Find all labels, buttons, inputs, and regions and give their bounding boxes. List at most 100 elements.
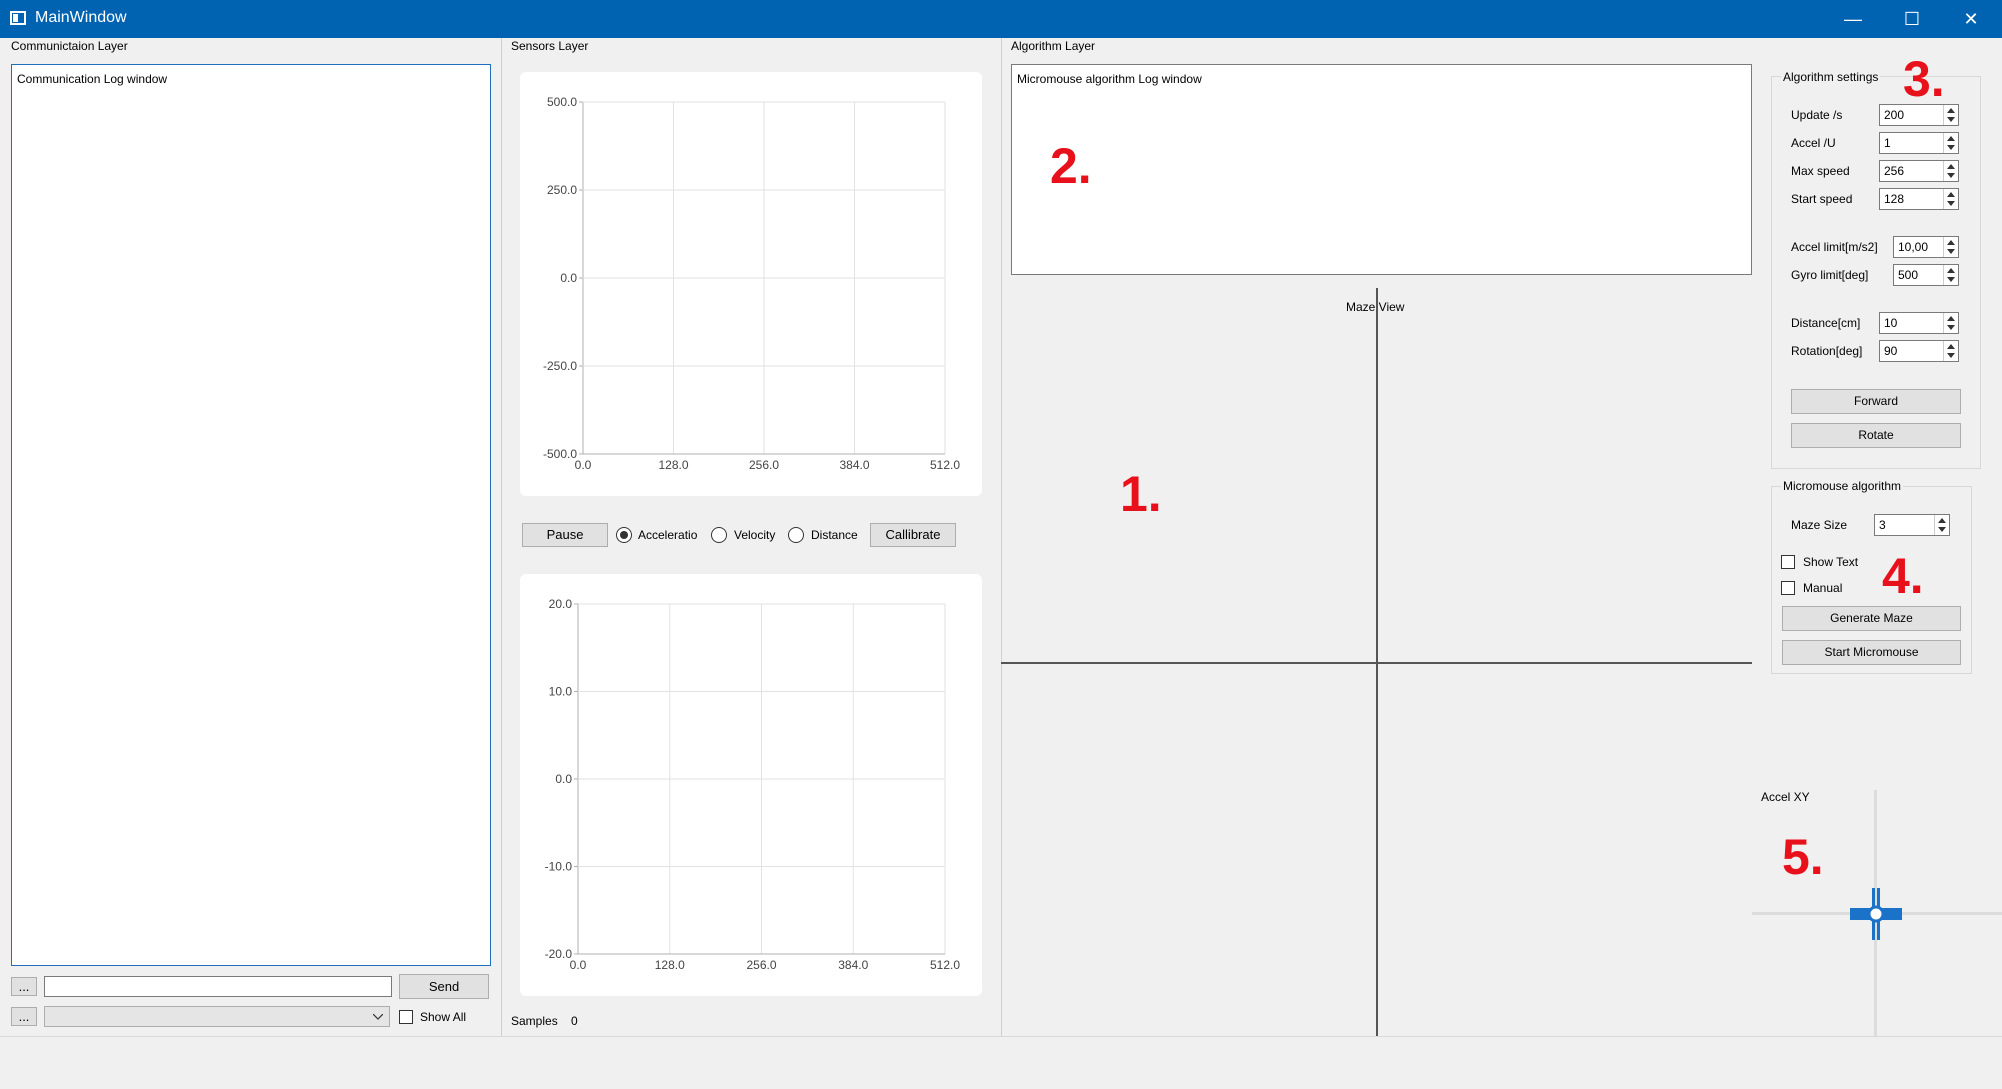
spin-arrows-icon[interactable] (1943, 313, 1958, 333)
samples-label: Samples (511, 1014, 558, 1028)
calibrate-button[interactable]: Callibrate (870, 523, 956, 547)
y-tick-label: -250.0 (543, 359, 577, 373)
sensors-divider (501, 38, 502, 1036)
comm-log-window[interactable]: Communication Log window (11, 64, 491, 966)
manual-label: Manual (1803, 581, 1843, 595)
spin-arrows-icon[interactable] (1943, 341, 1958, 361)
manual-checkbox[interactable] (1781, 581, 1795, 595)
start-micromouse-button[interactable]: Start Micromouse (1782, 640, 1961, 665)
velocity-radio[interactable] (711, 527, 727, 543)
y-tick-label: -20.0 (545, 947, 573, 961)
distance-spinbox[interactable]: 10 (1879, 312, 1959, 334)
window-title: MainWindow (35, 9, 127, 26)
send-button[interactable]: Send (399, 974, 489, 999)
x-tick-label: 384.0 (839, 458, 869, 472)
minimize-button[interactable]: — (1824, 0, 1882, 38)
y-tick-label: 10.0 (549, 685, 573, 699)
y-tick-label: 0.0 (555, 772, 572, 786)
y-tick-label: -500.0 (543, 447, 577, 461)
maze-view[interactable]: Maze View (1001, 288, 1752, 1036)
maze-size-spinbox[interactable]: 3 (1874, 514, 1950, 536)
distance-radio-label: Distance (811, 528, 858, 542)
algorithm-log-text: Micromouse algorithm Log window (1017, 72, 1202, 86)
accel-spinbox[interactable]: 1 (1879, 132, 1959, 154)
update-label: Update /s (1791, 108, 1843, 122)
x-tick-label: 128.0 (655, 958, 685, 972)
velocity-radio-label: Velocity (734, 528, 776, 542)
distance-value: 10 (1884, 316, 1898, 330)
show-text-label: Show Text (1803, 555, 1859, 569)
close-button[interactable]: ✕ (1942, 0, 2000, 38)
more-button-2[interactable]: ... (11, 1007, 37, 1026)
annotation-5: 5. (1782, 829, 1824, 885)
algorithm-log-window[interactable]: Micromouse algorithm Log window (1011, 64, 1752, 275)
start-speed-label: Start speed (1791, 192, 1853, 206)
spin-arrows-icon[interactable] (1943, 265, 1958, 285)
y-tick-label: 0.0 (560, 271, 577, 285)
generate-maze-button[interactable]: Generate Maze (1782, 606, 1961, 631)
y-tick-label: -10.0 (545, 860, 573, 874)
spin-arrows-icon[interactable] (1943, 161, 1958, 181)
sensors-layer-title: Sensors Layer (511, 39, 589, 53)
spin-arrows-icon[interactable] (1943, 189, 1958, 209)
annotation-1: 1. (1120, 466, 1162, 522)
start-speed-spinbox[interactable]: 128 (1879, 188, 1959, 210)
maze-size-value: 3 (1879, 518, 1886, 532)
x-tick-label: 384.0 (838, 958, 868, 972)
gyro-chart: 0.0 128.0 256.0 384.0 512.0 20.0 10.0 0.0 -10.0 -… (520, 574, 982, 996)
spin-arrows-icon[interactable] (1934, 515, 1949, 535)
gyro-limit-value: 500 (1898, 268, 1919, 282)
distance-radio[interactable] (788, 527, 804, 543)
comm-log-text: Communication Log window (17, 72, 168, 86)
samples-value: 0 (571, 1014, 578, 1028)
y-tick-label: 20.0 (549, 597, 573, 611)
gyro-limit-label: Gyro limit[deg] (1791, 268, 1869, 282)
max-speed-spinbox[interactable]: 256 (1879, 160, 1959, 182)
spin-arrows-icon[interactable] (1943, 237, 1958, 257)
accel-xy-label: Accel XY (1761, 790, 1810, 804)
gyro-limit-spinbox[interactable]: 500 (1893, 264, 1959, 286)
accel-limit-spinbox[interactable]: 10,00 (1893, 236, 1959, 258)
maximize-button[interactable]: ☐ (1883, 0, 1941, 38)
send-input[interactable] (44, 976, 392, 997)
more-button-1[interactable]: ... (11, 977, 37, 996)
x-tick-label: 512.0 (930, 458, 960, 472)
accel-limit-label: Accel limit[m/s2] (1791, 240, 1878, 254)
max-speed-value: 256 (1884, 164, 1905, 178)
x-tick-label: 256.0 (749, 458, 779, 472)
rotation-spinbox[interactable]: 90 (1879, 340, 1959, 362)
app-icon (10, 11, 26, 25)
pause-button[interactable]: Pause (522, 523, 608, 547)
x-tick-label: 512.0 (930, 958, 960, 972)
rotate-button[interactable]: Rotate (1791, 423, 1961, 448)
accel-chart: 0.0 128.0 256.0 384.0 512.0 500.0 250.0 0.0 -250… (520, 72, 982, 496)
rotation-value: 90 (1884, 344, 1898, 358)
show-all-checkbox[interactable] (399, 1010, 413, 1024)
title-bar: MainWindow — ☐ ✕ (0, 0, 2002, 38)
show-all-label: Show All (420, 1010, 467, 1024)
algorithm-settings-title: Algorithm settings (1781, 70, 1881, 84)
accel-xy-view: Accel XY (1752, 790, 2002, 1036)
show-text-checkbox[interactable] (1781, 555, 1795, 569)
max-speed-label: Max speed (1791, 164, 1850, 178)
command-combo[interactable] (44, 1006, 390, 1027)
spin-arrows-icon[interactable] (1943, 133, 1958, 153)
rotation-label: Rotation[deg] (1791, 344, 1863, 358)
spin-arrows-icon[interactable] (1943, 105, 1958, 125)
maze-view-label: Maze View (1346, 300, 1405, 314)
accel-marker-icon[interactable] (1850, 888, 1902, 940)
start-speed-value: 128 (1884, 192, 1905, 206)
gyro-chart-svg: 0.0 128.0 256.0 384.0 512.0 20.0 10.0 0.0 -10.0 -… (545, 597, 961, 972)
x-tick-label: 0.0 (575, 458, 592, 472)
acceleration-radio-label: Acceleratio (638, 528, 698, 542)
chevron-down-icon (373, 1014, 383, 1020)
annotation-2: 2. (1050, 138, 1092, 194)
x-tick-label: 0.0 (570, 958, 587, 972)
accel-label: Accel /U (1791, 136, 1836, 150)
maze-size-label: Maze Size (1791, 518, 1848, 532)
acceleration-radio[interactable] (616, 527, 632, 543)
x-tick-label: 256.0 (746, 958, 776, 972)
forward-button[interactable]: Forward (1791, 389, 1961, 414)
accel-limit-value: 10,00 (1898, 240, 1929, 254)
update-value: 200 (1884, 108, 1905, 122)
